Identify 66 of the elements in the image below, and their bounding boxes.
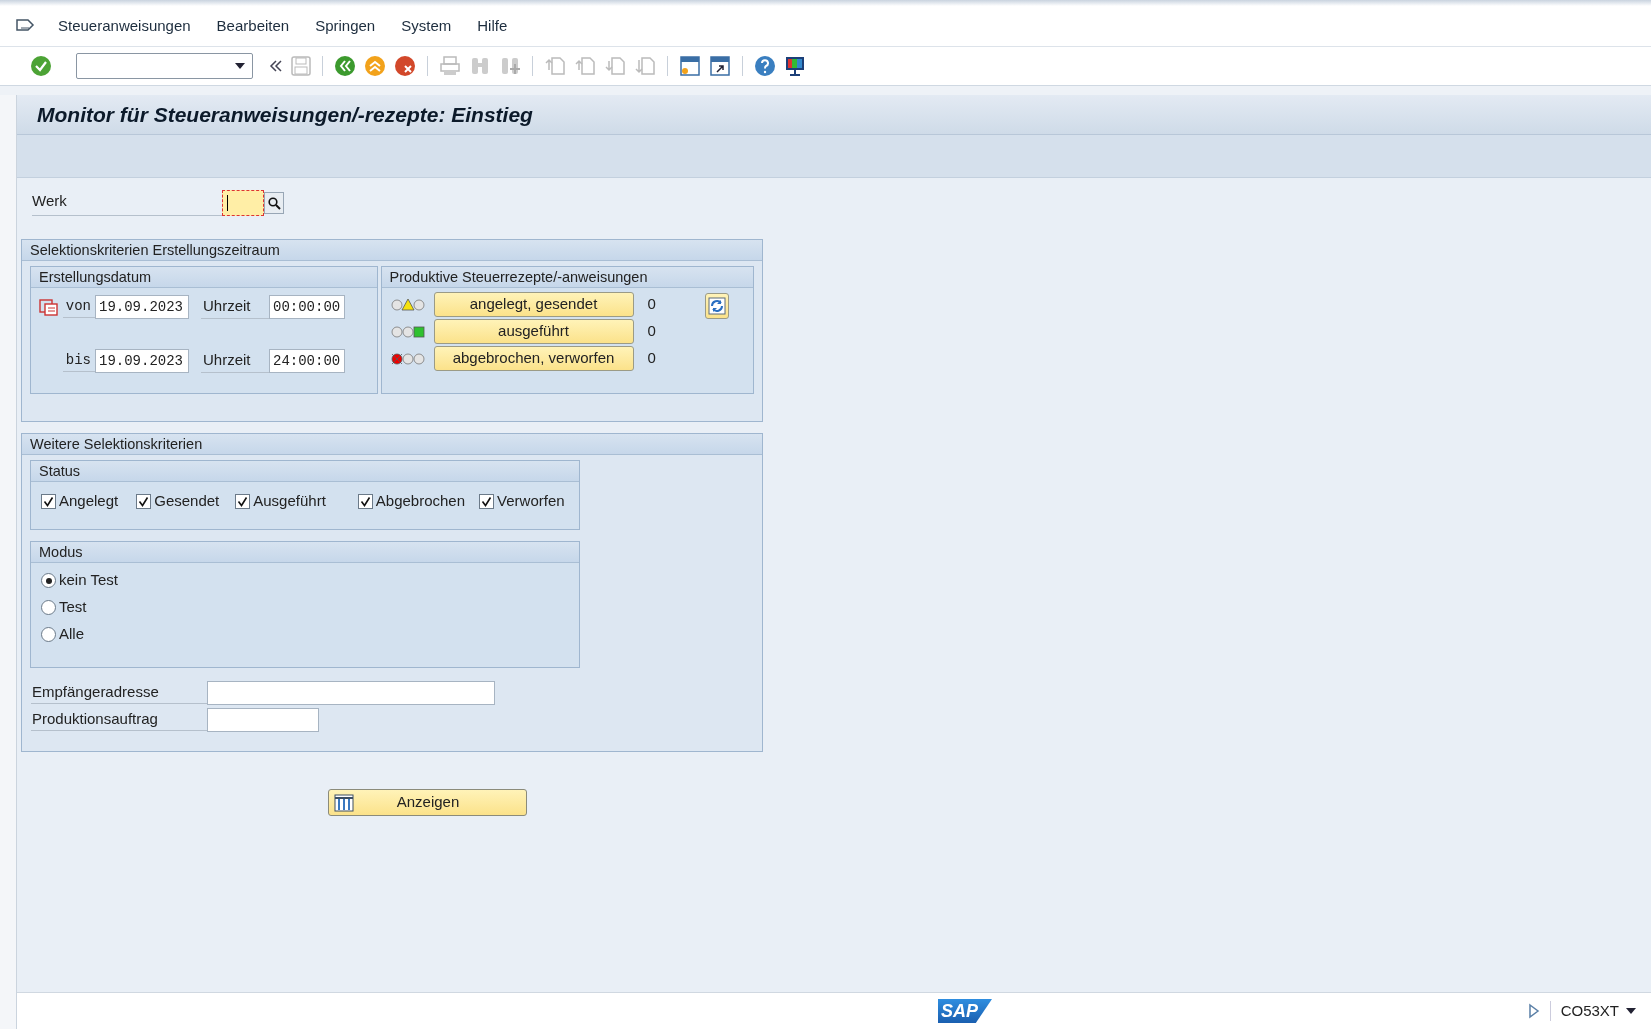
checkbox-label: Ausgeführt (253, 491, 326, 511)
command-field[interactable] (76, 53, 253, 79)
menu-item[interactable]: System (401, 14, 452, 38)
checkbox[interactable] (41, 493, 56, 509)
last-page-icon (634, 56, 656, 76)
help-icon[interactable] (754, 55, 776, 77)
play-icon[interactable] (1527, 1003, 1540, 1019)
radio-button[interactable] (41, 600, 56, 615)
count-value: 0 (647, 321, 656, 342)
radio-label: Alle (59, 624, 84, 645)
checkbox-label: Verworfen (497, 491, 565, 511)
radio-label: Test (59, 597, 87, 618)
back-icon[interactable] (334, 55, 356, 77)
transaction-code: CO53XT (1560, 1000, 1619, 1021)
print-icon (439, 56, 461, 76)
save-icon (291, 56, 311, 76)
checkbox[interactable] (479, 493, 495, 509)
calendar-icon[interactable] (39, 298, 59, 316)
checkbox-label: Gesendet (154, 491, 220, 511)
dropdown-caret-icon[interactable] (1625, 1007, 1637, 1015)
checkbox-label: Angelegt (59, 491, 119, 511)
field-label: Werk (32, 190, 222, 216)
shortcut-icon[interactable] (709, 55, 731, 77)
date-input-field[interactable]: 19.09.2023 (95, 349, 189, 373)
checkbox[interactable] (136, 493, 152, 509)
plant-input-field[interactable] (222, 190, 264, 216)
confirm-icon[interactable] (30, 55, 52, 77)
menu-item[interactable]: Steueranweisungen (58, 14, 191, 38)
group-header: Produktive Steuerrezepte/-anweisungen (381, 267, 753, 288)
checkbox[interactable] (357, 493, 373, 509)
input-field[interactable] (207, 680, 495, 705)
table-icon[interactable] (334, 793, 354, 812)
status-button[interactable]: abgebrochen, verworfen (433, 346, 634, 371)
group-header: Modus (31, 542, 579, 563)
count-value: 0 (647, 294, 656, 315)
screen-title: Monitor für Steueranweisungen/-rezepte: Einstieg (37, 101, 533, 128)
group-header: Status (31, 461, 579, 482)
sap-logo: SAP (938, 999, 992, 1023)
time-input-field[interactable]: 24:00:00 (269, 349, 345, 373)
group-header: Weitere Selektionskriterien (22, 434, 762, 455)
dropdown-caret-icon[interactable] (234, 62, 246, 70)
time-input-field[interactable]: 00:00:00 (269, 295, 345, 319)
menu-item[interactable]: Springen (315, 14, 376, 38)
double-chevron-icon[interactable] (269, 59, 283, 73)
checkbox[interactable] (235, 493, 251, 509)
menu-icon[interactable] (16, 18, 36, 34)
new-window-icon[interactable] (679, 55, 701, 77)
display-button[interactable]: Anzeigen (328, 789, 527, 816)
radio-button[interactable] (41, 627, 56, 642)
status-button[interactable]: angelegt, gesendet (433, 292, 634, 317)
status-button[interactable]: ausgeführt (433, 319, 634, 344)
previous-page-icon (574, 56, 596, 76)
next-page-icon (604, 56, 626, 76)
group-header: Selektionskriterien Erstellungszeitraum (22, 240, 762, 261)
menu-item[interactable]: Bearbeiten (216, 14, 290, 38)
cancel-icon[interactable] (394, 55, 416, 77)
first-page-icon (544, 56, 566, 76)
count-value: 0 (647, 348, 656, 369)
radio-button[interactable] (41, 573, 56, 588)
menu-item[interactable]: Hilfe (477, 14, 508, 38)
input-field[interactable] (207, 707, 319, 732)
monitor-icon[interactable] (784, 55, 806, 77)
date-input-field[interactable]: 19.09.2023 (95, 295, 189, 319)
checkbox-label: Abgebrochen (375, 491, 466, 511)
group-header: Erstellungsdatum (31, 267, 377, 288)
radio-label: kein Test (59, 570, 118, 591)
